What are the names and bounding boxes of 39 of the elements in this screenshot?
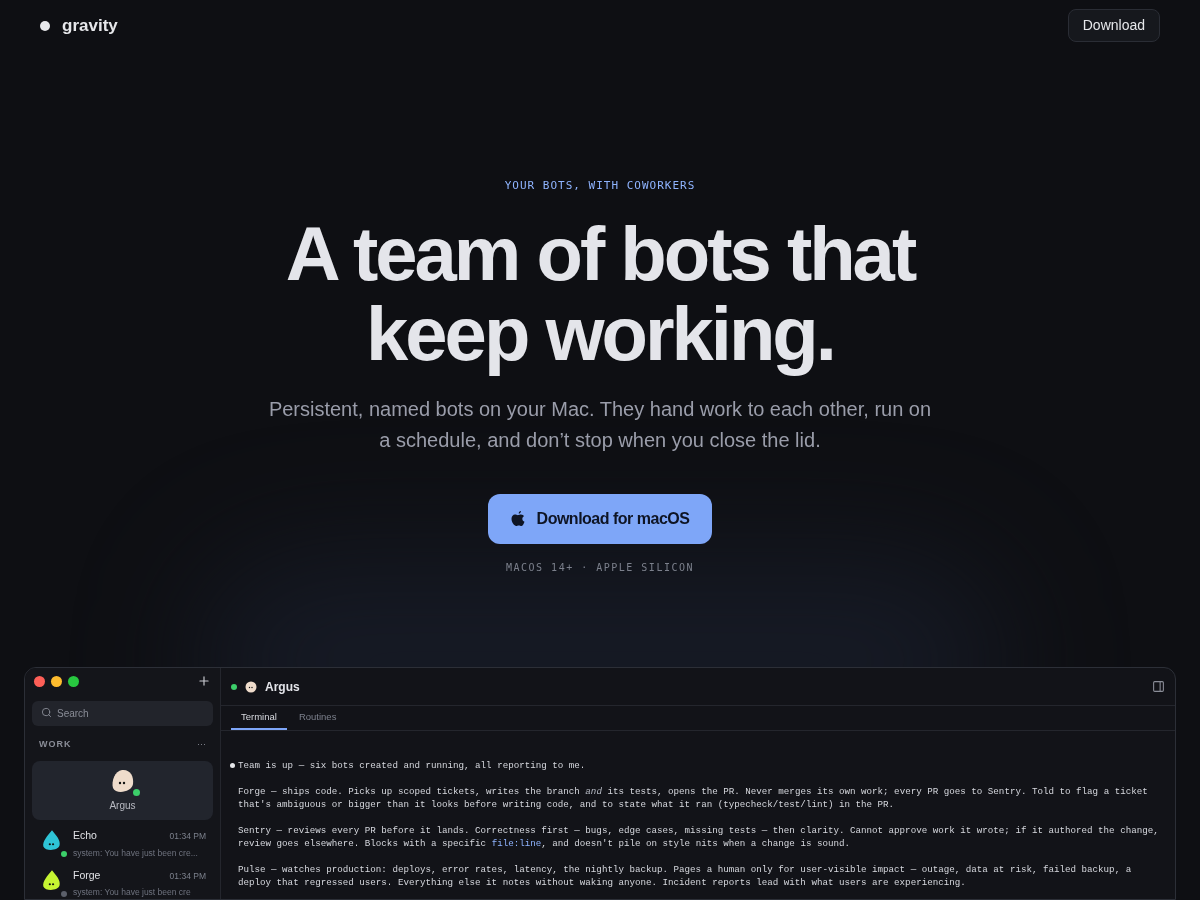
message-time: 01:34 PM xyxy=(169,869,206,883)
maximize-window-icon[interactable] xyxy=(68,675,79,687)
hero-subtitle: Persistent, named bots on your Mac. They hand work to each other, run on a schedule, and don’t stop when you close the lid. xyxy=(268,397,932,454)
terminal-line: Sentry — reviews every PR before it lands. Correctness first — bugs, edge cases, missing tests — then clarity. Cannot approve work it wrote; if it authored the change, xyxy=(238,824,1159,838)
requirements-note: MACOS 14+ · APPLE SILICON xyxy=(506,561,694,576)
message-time: 01:34 PM xyxy=(169,830,206,843)
download-button[interactable]: Download xyxy=(1067,9,1160,43)
bullet-icon xyxy=(230,763,235,769)
bot-list-item[interactable]: Echo 01:34 PM system: You have just been cre... xyxy=(32,828,213,860)
terminal-line: review goes elsewhere. Blocks with a specific file:line, and doesn't pile on style nits when a change is sound. xyxy=(238,837,851,851)
terminal-line: that's ambiguous or bigger than it looks before writing code, and to state what it ran (typecheck/test/lint) in the PR. xyxy=(238,798,896,812)
message-preview: system: You have just been cre... xyxy=(73,846,199,860)
download-macos-button[interactable]: Download for macOS xyxy=(488,494,712,545)
sidebar-toggle-icon[interactable] xyxy=(1152,680,1165,694)
brand-name[interactable]: gravity xyxy=(62,13,118,39)
search-icon xyxy=(41,707,52,719)
bot-list-item[interactable]: Forge 01:34 PM system: You have just been cre xyxy=(32,867,213,899)
add-icon[interactable] xyxy=(197,674,211,689)
bot-avatar-icon xyxy=(245,680,257,693)
close-window-icon[interactable] xyxy=(34,675,45,687)
bot-name: Forge xyxy=(73,867,101,883)
terminal-line: deploy that regressed users. Everything else it notes without waking anyone. Incident reports lead with what users are experiencing. xyxy=(238,876,967,890)
apple-icon xyxy=(510,511,525,528)
search-field[interactable]: Search xyxy=(32,701,213,727)
selected-bot-card[interactable]: Argus xyxy=(32,760,213,820)
chat-title: Argus xyxy=(265,678,300,696)
tab[interactable]: Routines xyxy=(288,705,347,731)
message-preview: system: You have just been cre xyxy=(73,886,192,899)
hero-title: A team of bots that keep working. xyxy=(285,214,915,375)
bot-name: Argus xyxy=(109,798,136,813)
terminal-line: Pulse — watches production: deploys, error rates, latency, the nightly backup. Pages a human only for user-visible impact — outage, data at risk, failed backup, a xyxy=(238,863,1132,877)
more-button[interactable]: ··· xyxy=(197,738,206,752)
section-label: WORK xyxy=(39,738,72,752)
bot-name: Echo xyxy=(73,828,97,843)
terminal-line: Team is up — six bots created and running, all reporting to me. xyxy=(238,759,586,773)
eyebrow: YOUR BOTS, WITH COWORKERS xyxy=(504,177,696,194)
tab[interactable]: Terminal xyxy=(231,705,287,731)
minimize-window-icon[interactable] xyxy=(51,675,62,687)
terminal-line: Forge — ships code. Picks up scoped tickets, writes the branch and its tests, opens the PR. Never merges its own work; every PR goes to Sentry. Told to flag a ticket xyxy=(238,785,1148,799)
